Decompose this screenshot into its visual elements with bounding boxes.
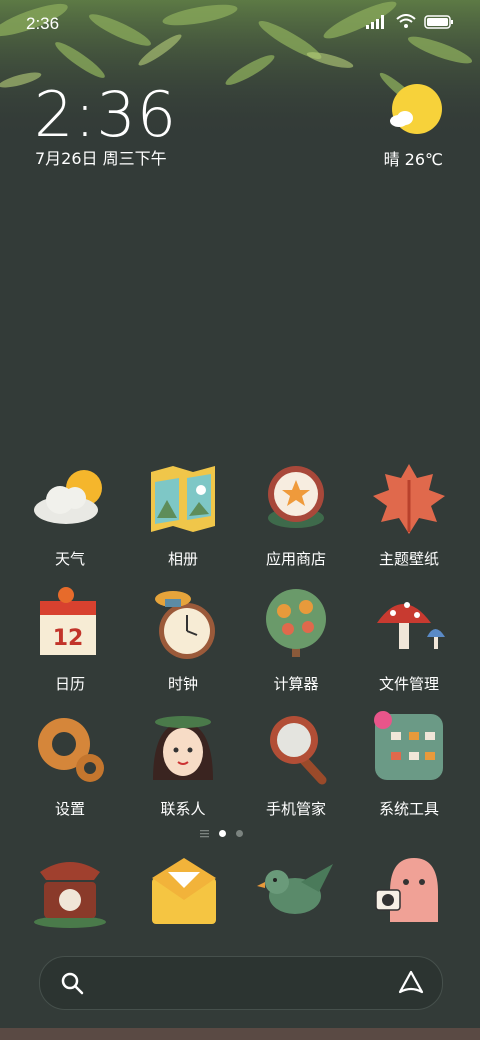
app-label: 时钟 <box>167 675 198 693</box>
assistant-icon[interactable] <box>398 970 424 996</box>
app-contacts[interactable]: 联系人 <box>128 710 238 819</box>
wallpaper-bottom-strip <box>0 1028 480 1040</box>
app-weather[interactable]: 天气 <box>15 460 125 569</box>
app-clock[interactable]: 时钟 <box>128 585 238 694</box>
page-dot-active[interactable] <box>219 830 226 837</box>
search-icon[interactable] <box>60 971 84 995</box>
phone-app-icon[interactable] <box>30 852 110 932</box>
clock-app-icon <box>143 585 223 665</box>
app-gallery[interactable]: 相册 <box>128 460 238 569</box>
themes-app-icon <box>369 460 449 540</box>
calendar-app-icon: 12 <box>30 585 110 665</box>
browser-app-icon[interactable] <box>257 852 337 932</box>
app-security[interactable]: 手机管家 <box>241 710 351 819</box>
app-label: 手机管家 <box>265 800 326 818</box>
app-label: 天气 <box>54 550 85 568</box>
weather-app-icon <box>30 460 110 540</box>
security-app-icon <box>256 710 336 790</box>
status-icons <box>366 14 454 29</box>
gallery-app-icon <box>143 460 223 540</box>
app-label: 系统工具 <box>378 800 439 818</box>
page-dot[interactable] <box>236 830 243 837</box>
page-indicator[interactable] <box>200 829 243 838</box>
signal-icon <box>366 14 384 29</box>
menu-lines-icon <box>200 830 209 838</box>
app-label: 主题壁纸 <box>378 550 439 568</box>
app-store[interactable]: 应用商店 <box>241 460 351 569</box>
battery-icon <box>424 14 453 29</box>
wifi-icon <box>396 14 416 28</box>
app-themes[interactable]: 主题壁纸 <box>354 460 464 569</box>
sun-cloud-icon[interactable] <box>389 83 443 137</box>
messages-app-icon[interactable] <box>144 852 224 932</box>
search-bar[interactable] <box>39 956 443 1010</box>
app-label: 相册 <box>167 550 198 568</box>
app-calendar[interactable]: 12 日历 <box>15 585 125 694</box>
app-settings[interactable]: 设置 <box>15 710 125 819</box>
calculator-app-icon <box>256 585 336 665</box>
status-time: 2:36 <box>26 14 60 33</box>
calendar-day-number: 12 <box>53 626 84 651</box>
app-label: 应用商店 <box>265 550 326 568</box>
camera-app-icon[interactable] <box>370 852 450 932</box>
app-calculator[interactable]: 计算器 <box>241 585 351 694</box>
app-label: 日历 <box>54 675 85 693</box>
app-system-tools[interactable]: 系统工具 <box>354 710 464 819</box>
contacts-app-icon <box>143 710 223 790</box>
weather-text[interactable]: 晴 26℃ <box>384 146 443 170</box>
app-file-manager[interactable]: 文件管理 <box>354 585 464 694</box>
clock-widget-time[interactable]: 2:36 <box>34 78 177 151</box>
app-label: 文件管理 <box>378 675 439 693</box>
app-label: 设置 <box>54 800 85 818</box>
app-store-icon <box>256 460 336 540</box>
settings-app-icon <box>30 710 110 790</box>
file-manager-icon <box>369 585 449 665</box>
clock-widget-date: 7月26日 周三下午 <box>35 149 167 168</box>
app-label: 计算器 <box>273 675 319 693</box>
system-tools-icon <box>369 710 449 790</box>
status-bar: 2:36 <box>0 0 480 50</box>
app-label: 联系人 <box>160 800 206 818</box>
